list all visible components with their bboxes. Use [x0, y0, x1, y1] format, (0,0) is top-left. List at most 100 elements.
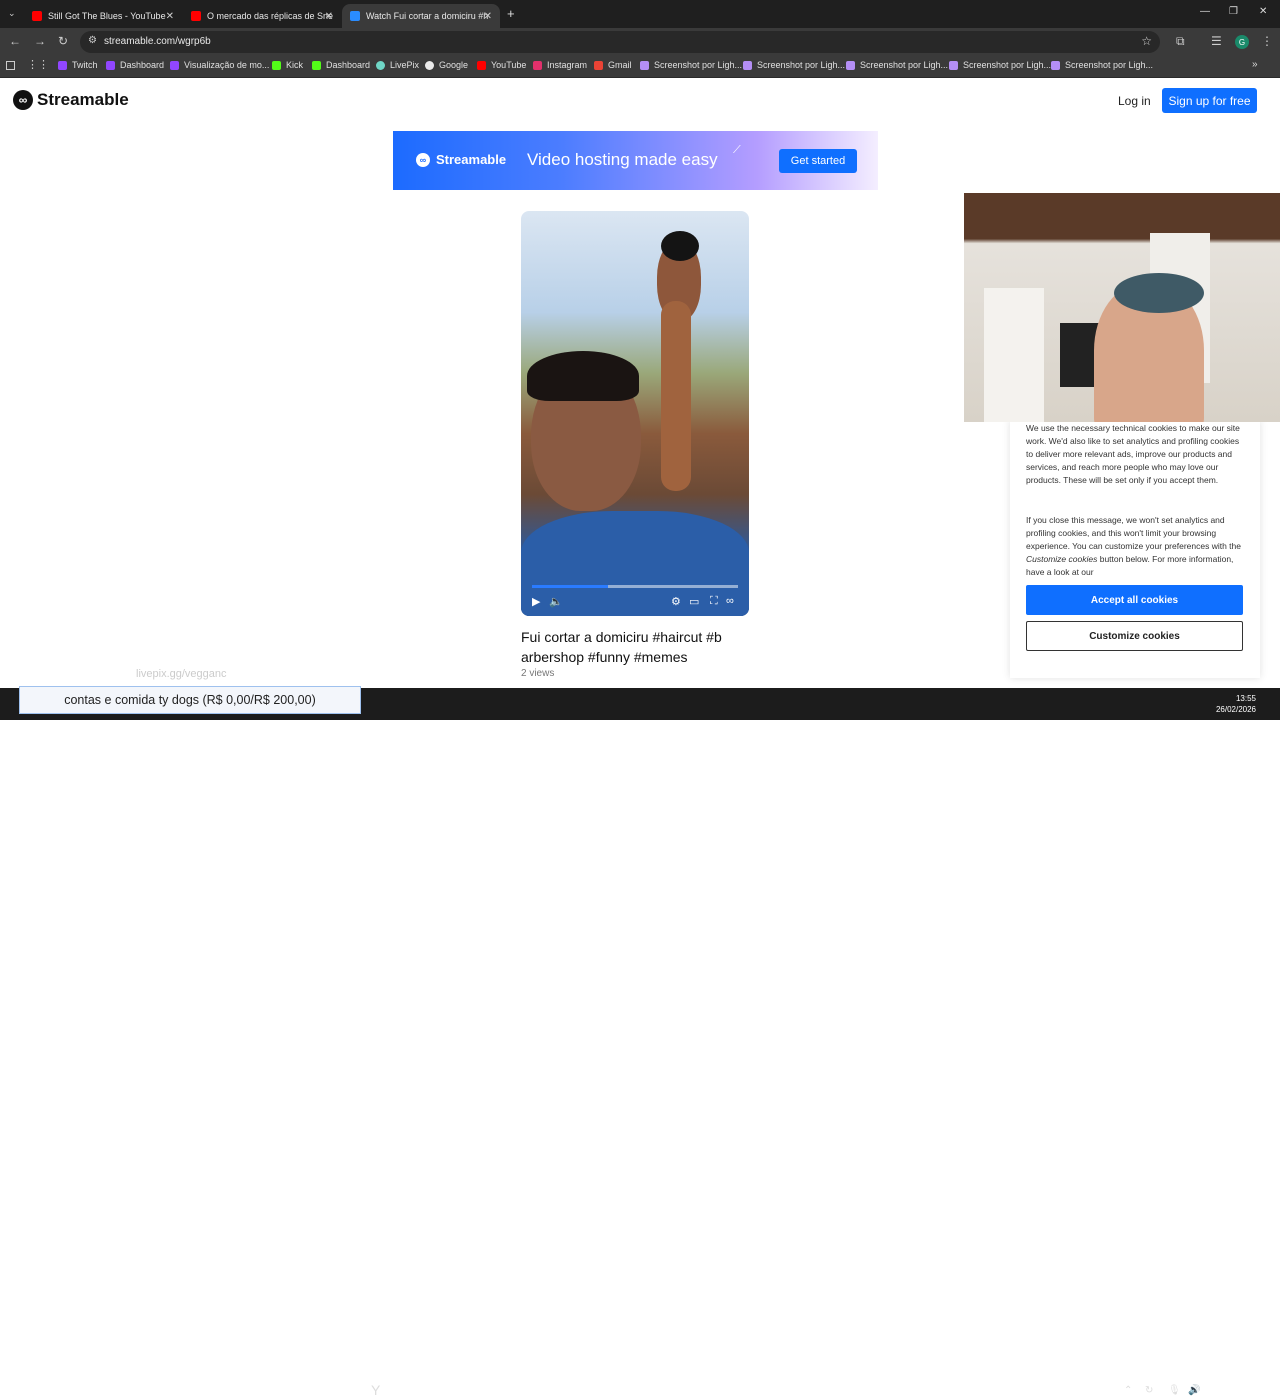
video-progress-fill [532, 585, 609, 588]
webcam-overlay [964, 193, 1280, 422]
bookmark-livepix[interactable]: LivePix [376, 60, 419, 70]
bookmark-twitch[interactable]: Twitch [58, 60, 98, 70]
streamable-icon: ∞ [13, 90, 33, 110]
tab-still-got-the-blues[interactable]: Still Got The Blues - YouTube ✕ [24, 4, 182, 28]
speaker-icon[interactable]: 🔊 [1188, 1385, 1200, 1396]
gmail-icon [594, 60, 603, 70]
webcam-detail [984, 288, 1044, 422]
get-started-button[interactable]: Get started [779, 149, 857, 173]
bookmark-google[interactable]: Google [425, 60, 468, 70]
twitch-icon [106, 60, 115, 70]
close-icon[interactable]: ✕ [484, 11, 492, 22]
feather-icon [640, 60, 649, 70]
login-link[interactable]: Log in [1118, 94, 1151, 108]
bookmarks-bar: ⋮⋮ Twitch Dashboard Visualização de mo..… [0, 56, 1280, 78]
streamable-icon[interactable]: ∞ [726, 595, 734, 607]
apps-icon[interactable]: ⋮⋮ [27, 58, 49, 71]
picture-in-picture-icon[interactable]: ▭ [689, 595, 699, 608]
bookmark-screenshot-1[interactable]: Screenshot por Ligh... [640, 60, 742, 70]
instagram-icon [533, 60, 542, 70]
close-icon[interactable]: ✕ [166, 11, 174, 22]
sync-icon[interactable]: ↻ [1145, 1385, 1153, 1396]
livepix-watermark: livepix.gg/vegganc [136, 668, 227, 680]
youtube-icon [191, 11, 201, 21]
feather-icon [743, 60, 752, 70]
youtube-icon [477, 60, 486, 70]
video-title: Fui cortar a domiciru #haircut #b arbers… [521, 629, 722, 665]
banner-tagline: Video hosting made easy [527, 150, 718, 169]
feather-icon [846, 60, 855, 70]
donation-goal-bar: contas e comida ty dogs (R$ 0,00/R$ 200,… [19, 686, 361, 714]
taskbar-clock[interactable]: 13:55 26/02/2026 [1216, 693, 1256, 715]
tab-title: Still Got The Blues - YouTube [48, 11, 166, 21]
settings-icon[interactable]: ⚙ [671, 595, 681, 608]
menu-icon[interactable]: ⋮ [1261, 34, 1273, 48]
bookmark-dashboard[interactable]: Dashboard [106, 60, 164, 70]
google-icon [425, 60, 434, 70]
banner-brand: Streamable [436, 152, 507, 167]
cookie-text-1: We use the necessary technical cookies t… [1026, 423, 1240, 485]
bookmark-screenshot-2[interactable]: Screenshot por Ligh... [743, 60, 845, 70]
bookmark-dashboard-kick[interactable]: Dashboard [312, 60, 370, 70]
tab-bar: ⌄ Still Got The Blues - YouTube ✕ O merc… [0, 0, 1280, 28]
play-icon[interactable]: ▶ [532, 595, 540, 608]
cookie-text-2: If you close this message, we won't set … [1026, 515, 1241, 577]
video-frame-detail [661, 301, 691, 491]
sparkle-icon: ⟋ [733, 144, 741, 156]
bookmark-visualizacao[interactable]: Visualização de mo... [170, 60, 269, 70]
webcam-detail [1114, 273, 1204, 313]
tab-mercado-replicas[interactable]: O mercado das réplicas de Sne ✕ [183, 4, 341, 28]
y-app-icon[interactable]: Y [371, 1382, 380, 1398]
tab-title: Watch Fui cortar a domiciru #h [366, 11, 489, 21]
address-bar[interactable]: ⚙ streamable.com/wgrp6b ☆ [80, 31, 1160, 53]
promo-banner[interactable]: ∞ Streamable Video hosting made easy ⟋ G… [393, 131, 878, 190]
video-progress-bar[interactable] [532, 585, 738, 588]
logo-text: Streamable [37, 90, 129, 109]
microphone-icon[interactable]: 🎙 [1168, 1385, 1181, 1396]
livepix-icon [376, 60, 385, 70]
media-icon[interactable]: ☰ [1211, 34, 1222, 48]
tab-search-icon[interactable]: ⌄ [8, 8, 16, 19]
bookmark-screenshot-4[interactable]: Screenshot por Ligh... [949, 60, 1051, 70]
minimize-icon[interactable]: — [1200, 6, 1210, 17]
feather-icon [1051, 60, 1060, 70]
customize-cookies-button[interactable]: Customize cookies [1026, 621, 1243, 651]
streamable-icon: ∞ [416, 152, 430, 167]
tab-streamable[interactable]: Watch Fui cortar a domiciru #h ✕ [342, 4, 500, 28]
bookmark-youtube[interactable]: YouTube [477, 60, 526, 70]
restore-icon[interactable]: ❐ [1229, 6, 1238, 17]
close-window-icon[interactable]: ✕ [1259, 6, 1267, 17]
close-icon[interactable]: ✕ [325, 11, 333, 22]
bookmark-kick[interactable]: Kick [272, 60, 303, 70]
profile-avatar[interactable]: G [1235, 35, 1249, 49]
chevron-up-icon[interactable]: ⌃ [1124, 1385, 1132, 1396]
tab-title: O mercado das réplicas de Sne [207, 11, 334, 21]
streamable-logo[interactable]: ∞ Streamable [13, 90, 129, 110]
new-tab-button[interactable]: + [507, 6, 515, 21]
fullscreen-icon[interactable]: ⛶ [710, 595, 718, 608]
back-icon[interactable]: ← [9, 34, 21, 48]
signup-button[interactable]: Sign up for free [1162, 88, 1257, 113]
video-frame-detail [527, 351, 639, 401]
bookmark-star-icon[interactable]: ☆ [1141, 34, 1152, 48]
site-info-icon[interactable]: ⚙ [88, 35, 97, 46]
streamable-icon [350, 11, 360, 21]
video-player[interactable]: ▶ 🔈 ⚙ ▭ ⛶ ∞ [521, 211, 749, 616]
volume-icon[interactable]: 🔈 [549, 595, 563, 608]
twitch-icon [58, 60, 67, 70]
bookmark-instagram[interactable]: Instagram [533, 60, 587, 70]
bookmark-gmail[interactable]: Gmail [594, 60, 632, 70]
bookmark-screenshot-3[interactable]: Screenshot por Ligh... [846, 60, 948, 70]
reload-icon[interactable]: ↻ [58, 34, 68, 48]
accept-all-cookies-button[interactable]: Accept all cookies [1026, 585, 1243, 615]
sidebar-icon[interactable] [6, 61, 15, 70]
forward-icon[interactable]: → [34, 34, 46, 48]
bookmark-screenshot-5[interactable]: Screenshot por Ligh... [1051, 60, 1153, 70]
more-bookmarks-icon[interactable]: » [1252, 59, 1258, 70]
browser-toolbar: ← → ↻ ⚙ streamable.com/wgrp6b ☆ ⧉ ☰ G ⋮ [0, 28, 1280, 56]
youtube-icon [32, 11, 42, 21]
video-views: 2 views [521, 668, 555, 679]
video-frame-detail [661, 231, 699, 261]
extensions-icon[interactable]: ⧉ [1176, 34, 1185, 49]
twitch-icon [170, 60, 179, 70]
